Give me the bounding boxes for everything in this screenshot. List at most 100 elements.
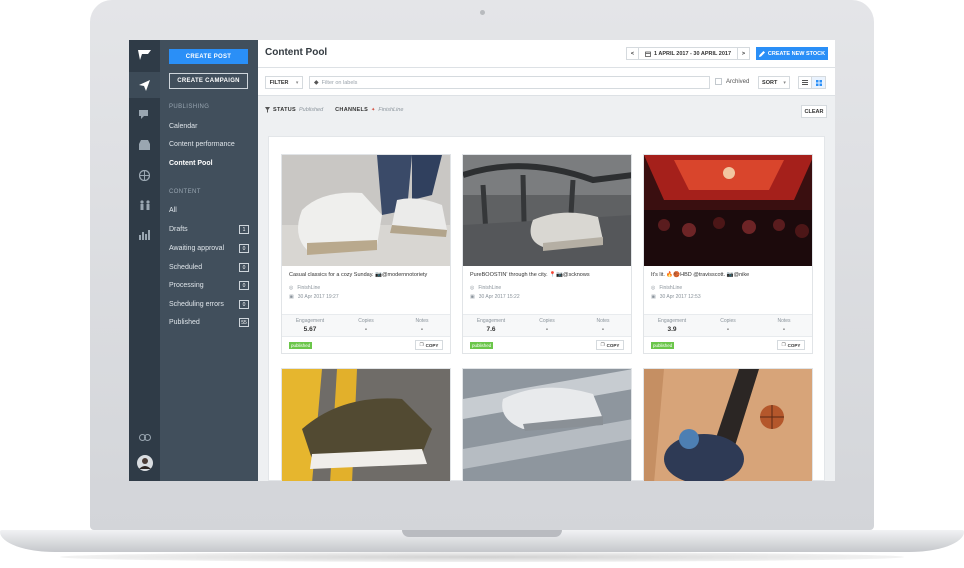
instagram-icon: ◎ [470, 285, 475, 291]
status-badge: published [651, 342, 675, 349]
status-filter-value: Published [298, 107, 324, 113]
post-account: ◎ FinishLine [470, 285, 502, 291]
date-range-button[interactable]: 1 APRIL 2017 - 30 APRIL 2017 [639, 47, 737, 60]
create-new-stock-button[interactable]: CREATE NEW STOCK [756, 47, 828, 60]
content-grid: Casual classics for a cozy Sunday. 📷@mod… [268, 136, 825, 481]
copy-button[interactable]: ❐ COPY [777, 340, 805, 350]
content-card[interactable] [281, 368, 451, 481]
list-icon [802, 80, 808, 85]
sidebar: CREATE POST CREATE CAMPAIGN PUBLISHING C… [160, 40, 258, 481]
calendar-icon: ▣ [289, 294, 294, 300]
chevron-down-icon: ▾ [295, 79, 299, 86]
post-date: ▣ 30 Apr 2017 15:22 [470, 294, 520, 300]
sidebar-item-all[interactable]: All [169, 207, 249, 214]
post-stats: Engagement 7.6 Copies - Notes - [463, 314, 631, 337]
send-icon[interactable] [129, 72, 160, 98]
sidebar-item-content-performance[interactable]: Content performance [169, 141, 249, 148]
copies-value: - [364, 326, 368, 333]
post-image-sneaker-road[interactable] [282, 369, 450, 481]
engagement-value: 5.67 [303, 326, 317, 333]
sort-dropdown[interactable]: SORT ▾ [758, 76, 790, 89]
copies-value: - [545, 326, 549, 333]
post-date: ▣ 30 Apr 2017 19:27 [289, 294, 339, 300]
count-badge: 0 [239, 300, 249, 309]
list-view-button[interactable] [798, 76, 812, 89]
copy-button[interactable]: ❐ COPY [415, 340, 443, 350]
calendar-icon [645, 51, 651, 57]
count-badge: 0 [239, 281, 249, 290]
label-filter-input[interactable]: ◆ Filter on labels [309, 76, 710, 89]
archived-toggle[interactable]: Archived [715, 78, 749, 85]
copy-button[interactable]: ❐ COPY [596, 340, 624, 350]
copies-value: - [726, 326, 730, 333]
sidebar-item-scheduled[interactable]: Scheduled 0 [169, 263, 249, 272]
post-image-sneaker-railing[interactable] [463, 155, 631, 266]
laptop-base [0, 530, 964, 552]
content-card[interactable]: It's lit. 🔥🏀HBD @travisscott. 📷@nike ◎ Fi… [643, 154, 813, 354]
notes-value: - [601, 326, 605, 333]
content-card[interactable] [462, 368, 632, 481]
globe-icon[interactable] [129, 162, 160, 188]
status-badge: published [289, 342, 313, 349]
post-account: ◎ FinishLine [289, 285, 321, 291]
users-icon[interactable] [129, 192, 160, 218]
post-account: ◎ FinishLine [651, 285, 683, 291]
content-card[interactable]: Casual classics for a cozy Sunday. 📷@mod… [281, 154, 451, 354]
content-heading: CONTENT [169, 189, 201, 195]
sidebar-item-content-pool[interactable]: Content Pool [169, 160, 249, 167]
bar-chart-icon[interactable] [129, 222, 160, 248]
prev-period-button[interactable]: < [626, 47, 639, 60]
count-badge: 0 [239, 244, 249, 253]
app-screen: CREATE POST CREATE CAMPAIGN PUBLISHING C… [129, 40, 835, 481]
channels-filter-value: FinishLine [378, 107, 404, 113]
archived-checkbox[interactable] [715, 78, 722, 85]
avatar[interactable] [129, 450, 160, 476]
post-image-concert[interactable] [644, 155, 812, 266]
filter-bar: FILTER ▾ ◆ Filter on labels Archived SOR… [258, 68, 835, 96]
create-campaign-button[interactable]: CREATE CAMPAIGN [169, 73, 248, 89]
copy-icon: ❐ [781, 342, 786, 347]
grid-view-button[interactable] [812, 76, 826, 89]
date-range-picker: < 1 APRIL 2017 - 30 APRIL 2017 > [626, 47, 750, 60]
copy-icon: ❐ [419, 342, 424, 347]
sidebar-item-drafts[interactable]: Drafts 1 [169, 225, 249, 234]
inbox-icon[interactable] [129, 132, 160, 158]
status-filter-key: STATUS [273, 107, 296, 113]
engagement-value: 7.6 [486, 326, 496, 333]
post-date: ▣ 30 Apr 2017 12:53 [651, 294, 701, 300]
sidebar-item-calendar[interactable]: Calendar [169, 123, 249, 130]
create-post-button[interactable]: CREATE POST [169, 49, 248, 64]
status-badge: published [470, 342, 494, 349]
tag-icon: ◆ [314, 80, 319, 86]
post-caption: Casual classics for a cozy Sunday. 📷@mod… [289, 272, 428, 278]
count-badge: 0 [239, 263, 249, 272]
main-area: Content Pool < 1 APRIL 2017 - 30 APRIL 2… [258, 40, 835, 481]
page-title: Content Pool [265, 47, 328, 58]
chat-icon[interactable] [129, 102, 160, 128]
channel-logo-icon: ✦ [371, 107, 376, 113]
link-icon[interactable] [129, 424, 160, 450]
camera [480, 10, 485, 15]
sidebar-item-processing[interactable]: Processing 0 [169, 281, 249, 290]
post-image-basketball[interactable] [644, 369, 812, 481]
logo-icon[interactable] [129, 40, 160, 70]
post-image-sneakers-walking[interactable] [282, 155, 450, 266]
calendar-icon: ▣ [651, 294, 656, 300]
publishing-heading: PUBLISHING [169, 104, 210, 110]
active-filters: STATUS Published CHANNELS ✦ FinishLine [265, 107, 403, 113]
post-image-sneaker-rail[interactable] [463, 369, 631, 481]
sidebar-item-scheduling-errors[interactable]: Scheduling errors 0 [169, 300, 249, 309]
content-card[interactable] [643, 368, 813, 481]
sidebar-item-published[interactable]: Published 55 [169, 318, 249, 327]
engagement-value: 3.9 [667, 326, 677, 333]
copy-icon: ❐ [600, 342, 605, 347]
sidebar-item-awaiting-approval[interactable]: Awaiting approval 0 [169, 244, 249, 253]
top-bar: Content Pool < 1 APRIL 2017 - 30 APRIL 2… [258, 40, 835, 68]
next-period-button[interactable]: > [737, 47, 750, 60]
clear-filters-button[interactable]: CLEAR [801, 105, 827, 118]
instagram-icon: ◎ [289, 285, 294, 291]
filter-dropdown[interactable]: FILTER ▾ [265, 76, 303, 89]
post-stats: Engagement 5.67 Copies - Notes - [282, 314, 450, 337]
post-caption: PureBOOSTIN' through the city. 📍📷@scknow… [470, 272, 590, 278]
content-card[interactable]: PureBOOSTIN' through the city. 📍📷@scknow… [462, 154, 632, 354]
